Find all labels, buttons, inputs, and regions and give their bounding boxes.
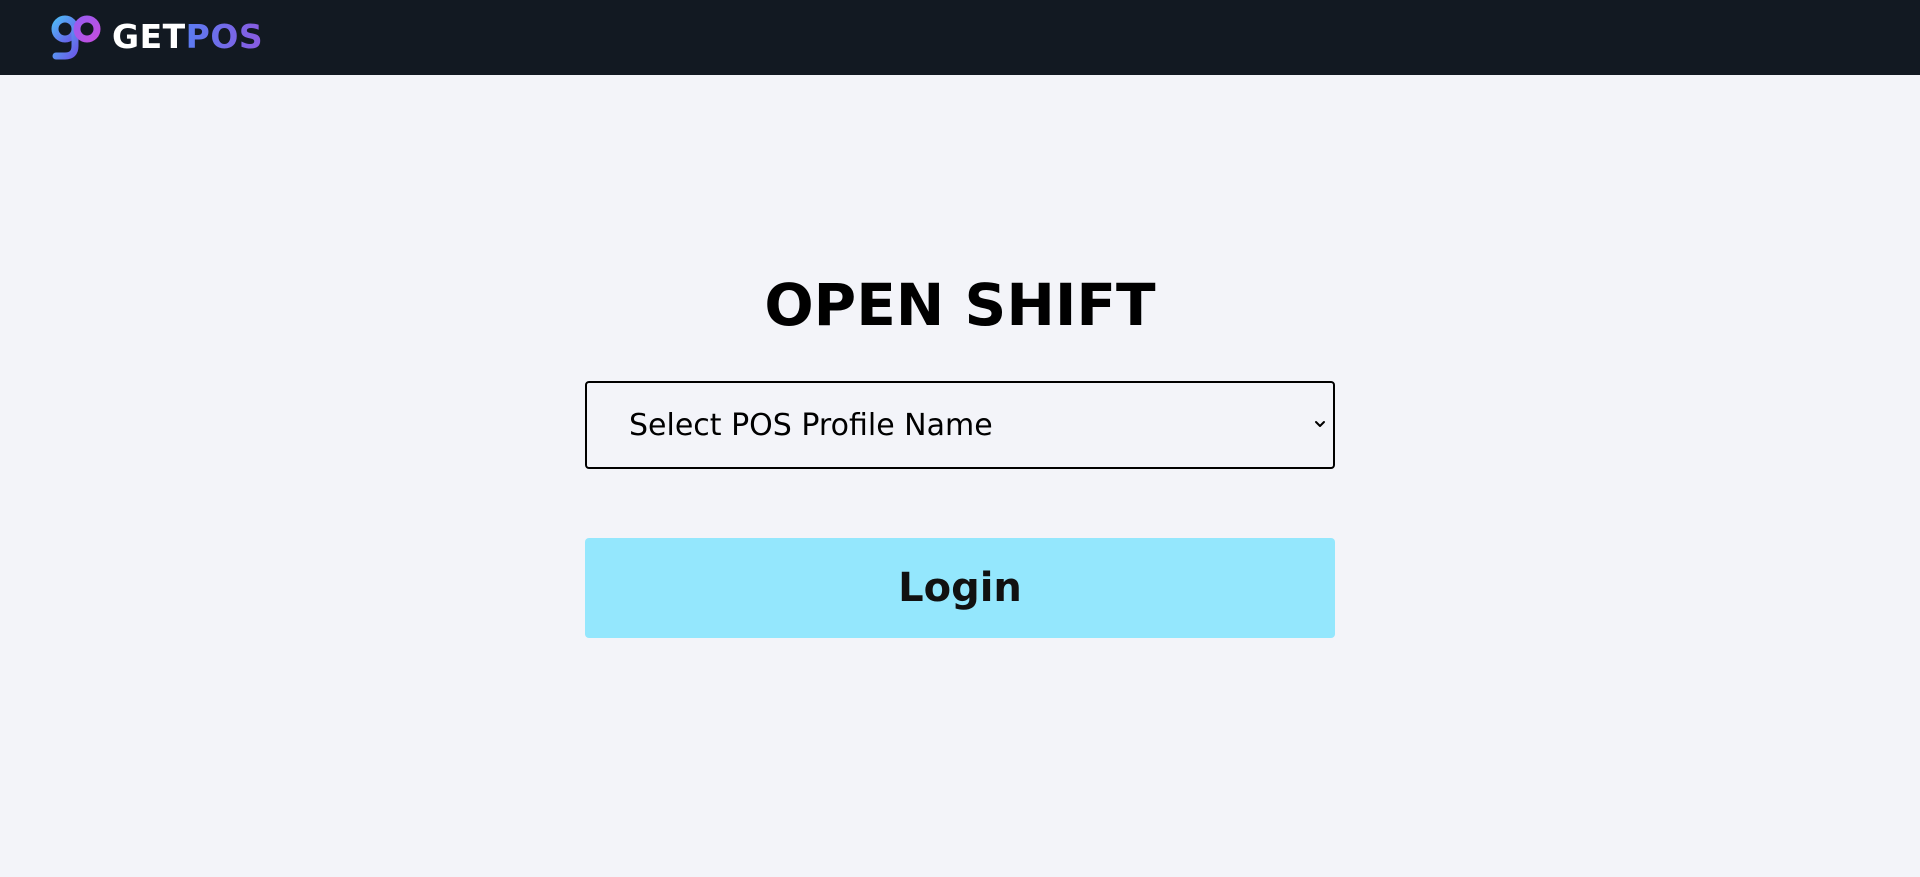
pos-profile-select[interactable]: Select POS Profile Name — [585, 381, 1335, 469]
main-content: OPEN SHIFT Select POS Profile Name Login — [0, 75, 1920, 877]
brand-name-suffix: POS — [185, 17, 264, 56]
brand[interactable]: GETPOS — [50, 14, 263, 60]
getpos-logo-icon — [51, 15, 101, 60]
page-title: OPEN SHIFT — [764, 271, 1156, 339]
chevron-down-icon — [1315, 421, 1325, 427]
login-button[interactable]: Login — [585, 538, 1335, 638]
top-navbar: GETPOS — [0, 0, 1920, 75]
pos-profile-select-value: Select POS Profile Name — [629, 407, 993, 443]
brand-name: GETPOS — [112, 14, 263, 60]
brand-name-prefix: GET — [112, 17, 186, 56]
